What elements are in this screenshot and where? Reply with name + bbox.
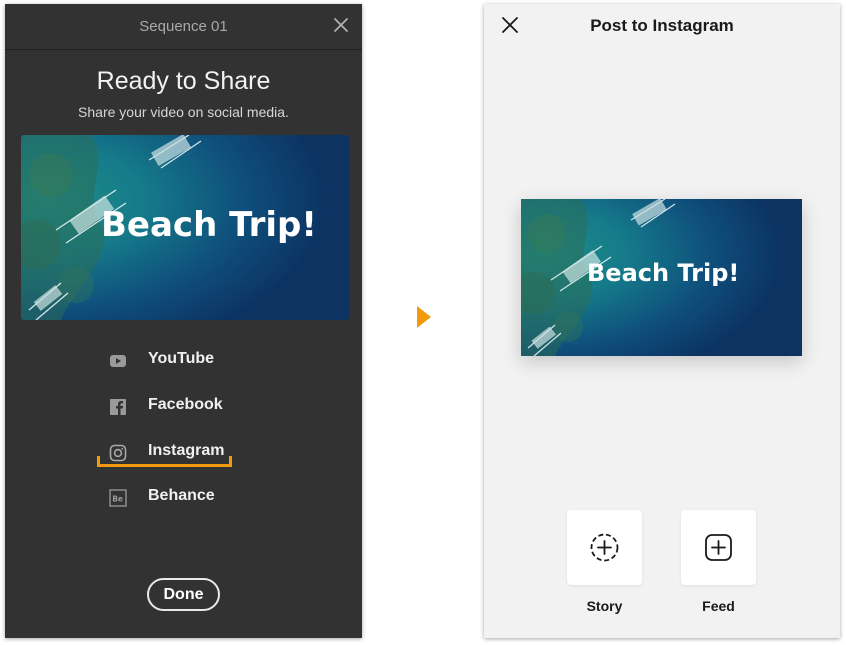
arrow-right-icon — [417, 306, 431, 328]
page-subtitle: Share your video on social media. — [78, 104, 289, 120]
video-title-overlay: Beach Trip! — [101, 205, 317, 245]
feed-button[interactable] — [681, 510, 756, 585]
share-option-behance[interactable]: Be Behance — [102, 481, 242, 513]
story-add-icon — [590, 533, 619, 562]
video-preview: Beach Trip! — [521, 199, 802, 356]
feed-label: Feed — [702, 598, 735, 614]
video-thumbnail[interactable]: Beach Trip! — [21, 135, 349, 320]
page-title: Post to Instagram — [590, 16, 734, 35]
sequence-title: Sequence 01 — [139, 18, 228, 35]
video-title-overlay: Beach Trip! — [587, 259, 739, 287]
share-option-youtube[interactable]: YouTube — [102, 344, 242, 376]
story-label: Story — [586, 598, 623, 614]
share-option-label: Behance — [148, 487, 215, 504]
instagram-post-panel: Post to Instagram Beach Trip! Story Feed — [484, 4, 840, 638]
behance-icon: Be — [109, 489, 127, 507]
page-title: Ready to Share — [96, 67, 271, 95]
story-button[interactable] — [567, 510, 642, 585]
svg-text:Be: Be — [112, 495, 123, 504]
share-option-label: YouTube — [148, 350, 215, 367]
facebook-icon — [110, 399, 126, 415]
share-option-label: Facebook — [148, 396, 223, 413]
close-icon[interactable] — [332, 16, 350, 34]
share-panel: Sequence 01 Ready to Share Share your vi… — [5, 4, 362, 638]
selected-indicator — [97, 456, 232, 467]
share-panel-header: Sequence 01 — [5, 4, 362, 50]
feed-add-icon — [705, 534, 732, 561]
youtube-icon — [110, 355, 126, 367]
share-option-facebook[interactable]: Facebook — [102, 390, 242, 422]
done-button[interactable]: Done — [147, 578, 220, 611]
